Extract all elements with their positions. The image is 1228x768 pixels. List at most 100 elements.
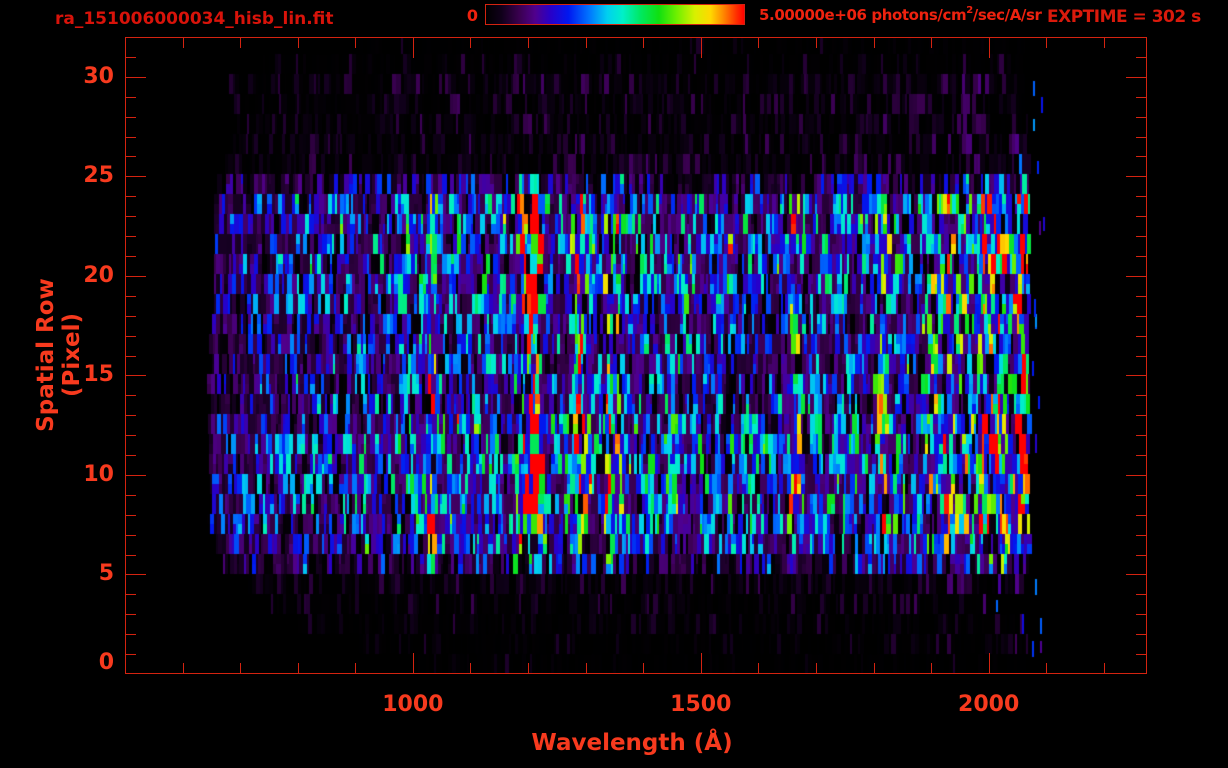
y-minor-tick — [126, 515, 136, 516]
y-minor-tick — [126, 97, 136, 98]
y-minor-tick — [126, 156, 136, 157]
x-minor-tick-top — [183, 38, 184, 48]
y-minor-tick — [126, 256, 136, 257]
y-minor-tick — [126, 137, 136, 138]
y-minor-tick-right — [1136, 137, 1146, 138]
x-major-tick — [989, 653, 990, 673]
x-minor-tick-top — [355, 38, 356, 48]
y-minor-tick-right — [1136, 256, 1146, 257]
y-minor-tick — [126, 196, 136, 197]
colorbar-max-value: 5.00000e+06 — [759, 6, 867, 24]
y-minor-tick-right — [1136, 415, 1146, 416]
x-tick-label: 1500 — [670, 692, 732, 717]
y-axis-title: Spatial Row (Pixel) — [33, 278, 85, 432]
x-minor-tick-top — [816, 38, 817, 48]
y-minor-tick-right — [1136, 395, 1146, 396]
y-tick-label: 30 — [83, 63, 114, 89]
y-major-tick — [126, 475, 146, 476]
colorbar-min-label: 0 — [466, 6, 478, 25]
y-major-tick-right — [1126, 176, 1146, 177]
y-minor-tick-right — [1136, 216, 1146, 217]
x-minor-tick — [816, 663, 817, 673]
y-minor-tick-right — [1136, 156, 1146, 157]
x-minor-tick-top — [240, 38, 241, 48]
y-minor-tick — [126, 356, 136, 357]
y-major-tick — [126, 574, 146, 575]
x-minor-tick-top — [528, 38, 529, 48]
x-minor-tick-top — [931, 38, 932, 48]
spectral-heatmap-canvas — [126, 38, 1146, 673]
y-minor-tick — [126, 316, 136, 317]
x-minor-tick-top — [874, 38, 875, 48]
y-minor-tick — [126, 395, 136, 396]
y-minor-tick — [126, 216, 136, 217]
y-major-tick-right — [1126, 375, 1146, 376]
x-minor-tick-top — [470, 38, 471, 48]
y-minor-tick — [126, 435, 136, 436]
y-minor-tick-right — [1136, 316, 1146, 317]
x-minor-tick — [1046, 663, 1047, 673]
y-tick-label: 5 — [98, 561, 114, 587]
y-minor-tick — [126, 117, 136, 118]
x-major-tick-top — [413, 38, 414, 58]
y-minor-tick — [126, 555, 136, 556]
y-minor-tick-right — [1136, 634, 1146, 635]
y-major-tick-right — [1126, 276, 1146, 277]
fits-file-title: ra_151006000034_hisb_lin.fit — [55, 9, 334, 29]
y-major-tick — [126, 176, 146, 177]
colorbar-max-label: 5.00000e+06 photons/cm2/sec/A/sr — [759, 5, 1042, 24]
x-minor-tick-top — [643, 38, 644, 48]
y-minor-tick-right — [1136, 57, 1146, 58]
x-minor-tick — [1104, 663, 1105, 673]
x-minor-tick — [931, 663, 932, 673]
y-minor-tick — [126, 594, 136, 595]
x-major-tick — [413, 653, 414, 673]
y-minor-tick-right — [1136, 654, 1146, 655]
x-minor-tick — [643, 663, 644, 673]
y-minor-tick-right — [1136, 614, 1146, 615]
x-minor-tick-top — [586, 38, 587, 48]
y-minor-tick-right — [1136, 594, 1146, 595]
x-tick-label: 2000 — [958, 692, 1020, 717]
y-minor-tick — [126, 634, 136, 635]
y-major-tick — [126, 276, 146, 277]
x-minor-tick — [240, 663, 241, 673]
y-minor-tick — [126, 455, 136, 456]
y-minor-tick — [126, 654, 136, 655]
colorbar-units-suffix: /sec/A/sr — [972, 6, 1042, 24]
x-axis-title: Wavelength (Å) — [531, 730, 733, 756]
x-major-tick — [701, 653, 702, 673]
x-minor-tick — [355, 663, 356, 673]
x-minor-tick — [528, 663, 529, 673]
y-minor-tick — [126, 415, 136, 416]
x-tick-label: 1000 — [382, 692, 444, 717]
y-minor-tick — [126, 236, 136, 237]
x-minor-tick-top — [1046, 38, 1047, 48]
y-minor-tick-right — [1136, 356, 1146, 357]
y-minor-tick — [126, 495, 136, 496]
y-minor-tick-right — [1136, 435, 1146, 436]
y-major-tick-right — [1126, 574, 1146, 575]
colorbar-units-prefix: photons/cm — [866, 6, 967, 24]
x-minor-tick-top — [298, 38, 299, 48]
x-minor-tick-top — [1104, 38, 1105, 48]
x-major-tick-top — [989, 38, 990, 58]
x-minor-tick — [874, 663, 875, 673]
x-minor-tick — [586, 663, 587, 673]
y-tick-label: 0 — [98, 650, 114, 675]
x-minor-tick — [183, 663, 184, 673]
y-minor-tick — [126, 535, 136, 536]
colorbar — [485, 4, 745, 25]
y-minor-tick-right — [1136, 236, 1146, 237]
y-minor-tick — [126, 336, 136, 337]
x-major-tick-top — [701, 38, 702, 58]
y-minor-tick-right — [1136, 495, 1146, 496]
x-minor-tick — [298, 663, 299, 673]
y-major-tick — [126, 77, 146, 78]
colorbar-units-superscript: 2 — [966, 5, 973, 16]
y-minor-tick-right — [1136, 117, 1146, 118]
y-minor-tick — [126, 296, 136, 297]
x-minor-tick-top — [758, 38, 759, 48]
y-major-tick-right — [1126, 77, 1146, 78]
y-minor-tick-right — [1136, 535, 1146, 536]
